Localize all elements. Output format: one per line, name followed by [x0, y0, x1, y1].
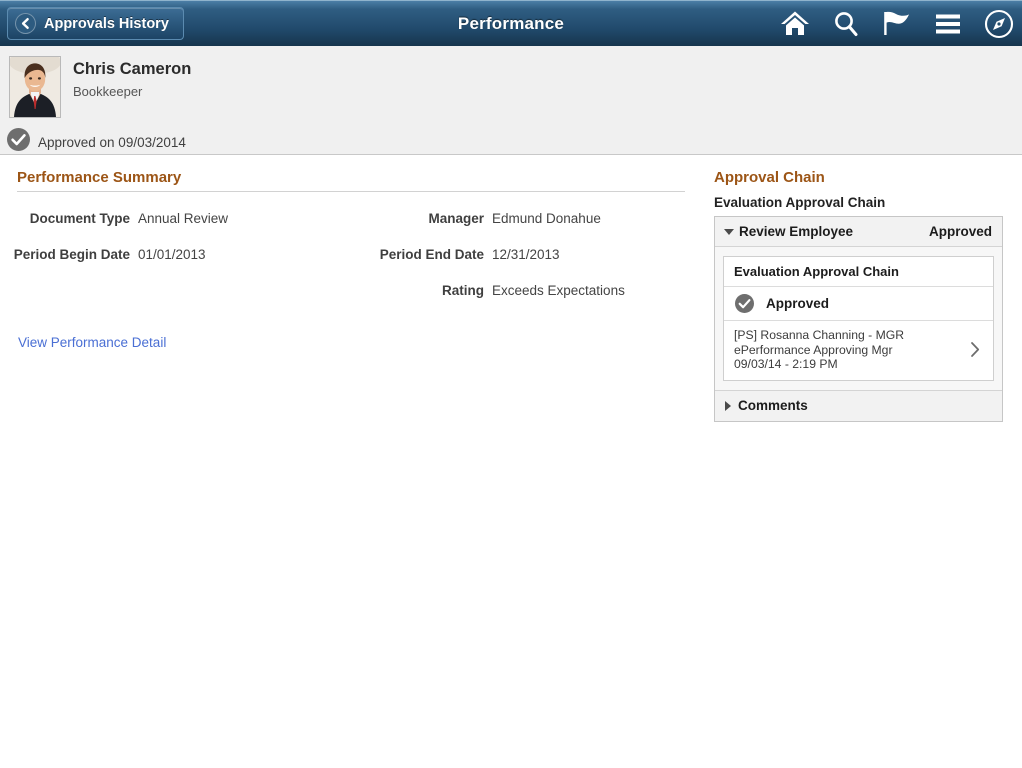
performance-summary-section: Performance Summary Document Type Annual…: [0, 169, 706, 422]
header-icon-group: [780, 9, 1014, 39]
comments-label: Comments: [738, 398, 808, 413]
approver-timestamp: 09/03/14 - 2:19 PM: [734, 357, 969, 372]
approver-name: [PS] Rosanna Channing - MGR: [734, 328, 969, 343]
flag-icon[interactable]: [882, 10, 912, 37]
field-value-period-begin-date: 01/01/2013: [138, 246, 348, 264]
app-header: Approvals History Performance: [0, 0, 1022, 46]
chevron-left-icon: [15, 13, 36, 34]
field-label-rating: Rating: [348, 282, 484, 300]
main-content: Performance Summary Document Type Annual…: [0, 155, 1022, 422]
field-value-manager: Edmund Donahue: [492, 210, 692, 228]
avatar: [9, 56, 61, 118]
view-performance-detail-link[interactable]: View Performance Detail: [18, 335, 166, 350]
heading-divider: [17, 191, 685, 192]
approval-step-status-row: Approved: [724, 287, 993, 321]
check-circle-icon: [735, 294, 754, 313]
approval-status-row: Approved on 09/03/2014: [0, 128, 1022, 156]
approval-chain-heading: Approval Chain: [706, 169, 1022, 186]
navbar-compass-icon[interactable]: [984, 9, 1014, 39]
triangle-down-icon[interactable]: [724, 229, 734, 235]
field-value-period-end-date: 12/31/2013: [492, 246, 692, 264]
performance-summary-heading: Performance Summary: [0, 169, 706, 186]
chevron-right-icon[interactable]: [969, 340, 981, 359]
back-button[interactable]: Approvals History: [7, 7, 184, 40]
approval-step-card: Evaluation Approval Chain Approved [: [723, 256, 994, 381]
approver-role: ePerformance Approving Mgr: [734, 343, 969, 358]
approval-step-title: Evaluation Approval Chain: [724, 257, 993, 287]
hamburger-menu-icon[interactable]: [934, 12, 962, 36]
comments-section-header[interactable]: Comments: [715, 391, 1002, 421]
employee-job-title: Bookkeeper: [73, 82, 191, 101]
home-icon[interactable]: [780, 10, 810, 37]
triangle-right-icon[interactable]: [725, 401, 731, 411]
check-circle-icon: [7, 128, 30, 156]
stage-status: Approved: [929, 224, 992, 239]
search-icon[interactable]: [832, 10, 860, 38]
stage-header-review-employee[interactable]: Review Employee Approved: [715, 217, 1002, 247]
approval-chain-subheading: Evaluation Approval Chain: [706, 195, 1022, 210]
field-label-document-type: Document Type: [0, 210, 130, 228]
stage-body: Evaluation Approval Chain Approved [: [715, 247, 1002, 391]
employee-name: Chris Cameron: [73, 59, 191, 79]
field-label-period-begin-date: Period Begin Date: [0, 246, 130, 264]
approval-step-status-text: Approved: [766, 296, 829, 311]
performance-summary-fields: Document Type Annual Review Manager Edmu…: [0, 210, 706, 300]
back-button-label: Approvals History: [44, 16, 169, 32]
field-value-document-type: Annual Review: [138, 210, 348, 228]
field-value-rating: Exceeds Expectations: [492, 282, 692, 300]
approver-details: [PS] Rosanna Channing - MGR ePerformance…: [734, 328, 969, 372]
field-label-period-end-date: Period End Date: [348, 246, 484, 264]
approval-chain-panel: Review Employee Approved Evaluation Appr…: [714, 216, 1003, 422]
field-label-manager: Manager: [348, 210, 484, 228]
employee-identity: Chris Cameron Bookkeeper: [0, 56, 1022, 118]
employee-banner: Chris Cameron Bookkeeper Approved on 09/…: [0, 46, 1022, 155]
approval-chain-section: Approval Chain Evaluation Approval Chain…: [706, 169, 1022, 422]
employee-text: Chris Cameron Bookkeeper: [61, 56, 191, 101]
stage-label: Review Employee: [739, 224, 929, 239]
approval-status-text: Approved on 09/03/2014: [38, 135, 186, 150]
approver-row[interactable]: [PS] Rosanna Channing - MGR ePerformance…: [724, 321, 993, 380]
